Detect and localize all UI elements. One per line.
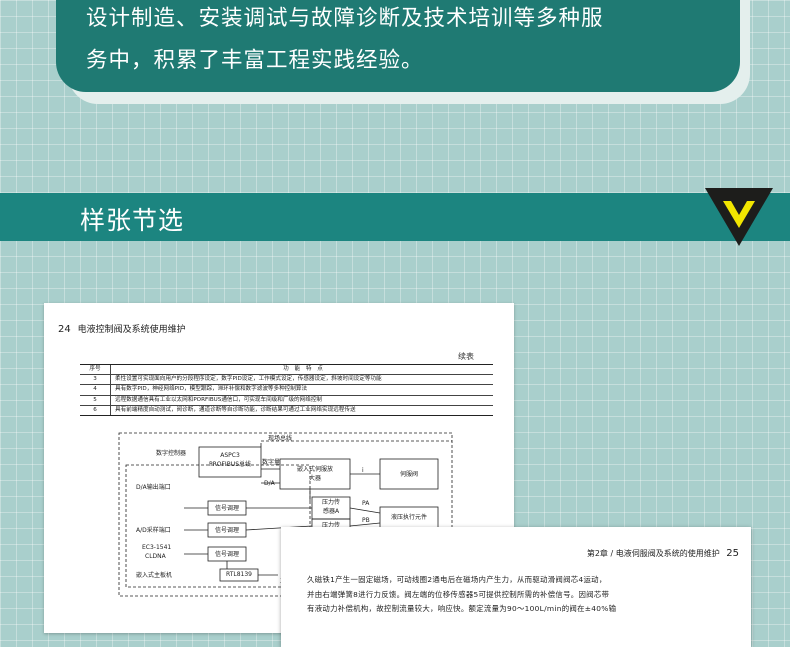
label-digital-qty: 数字量 [262,459,281,466]
label-signal-cond: 信号调理 [214,505,239,512]
label-ad-port: A/D采样端口 [136,527,171,534]
label-actuator: 液压执行元件 [390,514,427,521]
section-band: 样张节选 [0,193,790,241]
label-embedded-amp-2: 大器 [308,475,321,482]
label-pa: PA [362,500,370,507]
intro-line-1: 设计制造、安装调试与故障诊断及技术培训等多种服 [86,6,604,31]
label-current: i [362,467,364,474]
label-pressure-a-1: 压力传 [321,499,340,506]
label-signal-cond: 信号调理 [214,551,239,558]
label-digital-controller: 数字控制器 [156,450,187,457]
intro-line-2: 务中，积累了丰富工程实践经验。 [86,48,424,73]
page-25-number: 25 [726,548,739,559]
page-25-header: 第2章 / 电液伺服阀及系统的使用维护 25 [587,548,739,559]
label-profibus: PROFIBUS总线 [208,461,252,468]
label-pb: PB [362,517,370,524]
body-line: 并由右端弹簧8进行力反馈。阀左端的位移传感器5可提供控制所需的补偿信号。因阀芯带 [307,589,610,599]
label-fieldbus: 现场总线 [268,435,293,442]
label-ec3: EC3-1541 [142,544,172,551]
body-line: 久磁铁1产生一固定磁场，可动线圈2通电后在磁场内产生力，从而驱动滑阀阀芯4运动， [307,575,607,584]
intro-card: 设计制造、安装调试与故障诊断及技术培训等多种服 务中，积累了丰富工程实践经验。 [56,0,740,92]
label-aspc3: ASPC3 [220,452,240,459]
label-embedded-board: 嵌入式主板机 [136,572,173,579]
body-line: 有液动力补偿机构，故控制流量较大，响应快。额定流量为90～100L/min的阀在… [307,604,617,613]
label-signal-cond: 信号调理 [214,527,239,534]
label-pressure-a-2: 感器A [322,508,340,515]
page-25-body: 久磁铁1产生一固定磁场，可动线圈2通电后在磁场内产生力，从而驱动滑阀阀芯4运动，… [307,573,739,617]
label-servo-valve: 伺服阀 [399,471,418,478]
label-cldna: CLDNA [145,553,166,560]
page-25-chapter-title: 第2章 / 电液伺服阀及系统的使用维护 [586,549,720,558]
label-rtl8139: RTL8139 [225,571,252,578]
label-da: D/A [264,480,275,487]
label-da-port: D/A输出端口 [136,484,171,491]
section-title: 样张节选 [80,206,185,235]
label-embedded-amp-1: 嵌入式伺服放 [296,466,333,473]
v-chevron-icon [705,188,773,246]
sample-page-25: 第2章 / 电液伺服阀及系统的使用维护 25 久磁铁1产生一固定磁场，可动线圈2… [281,527,751,647]
intro-text: 设计制造、安装调试与故障诊断及技术培训等多种服 务中，积累了丰富工程实践经验。 [86,0,716,82]
